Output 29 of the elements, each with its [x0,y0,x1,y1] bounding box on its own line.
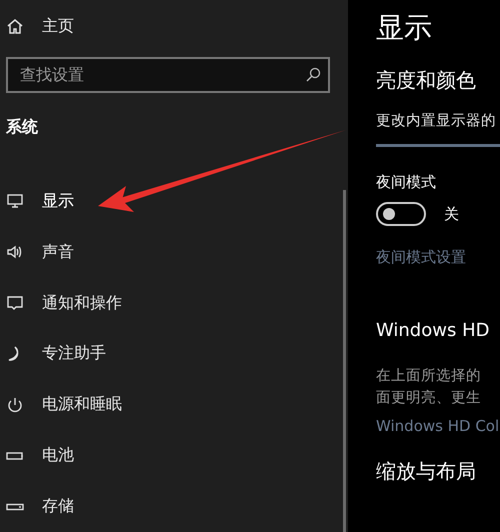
description-text: 在上面所选择的 面更明亮、更生 [376,367,482,408]
section-heading: 亮度和颜色 [376,67,477,94]
page-title: 显示 [376,10,433,46]
power-icon [6,396,24,414]
nav-item[interactable]: 电源和睡眠 [6,379,122,430]
home-link[interactable]: 主页 [6,0,74,53]
monitor-icon [6,192,24,210]
settings-link[interactable]: Windows HD Col [376,417,500,435]
brightness-slider-track[interactable] [376,144,500,147]
nav-item[interactable]: 专注助手 [6,328,106,380]
nav-item[interactable]: 通知和操作 [6,278,122,328]
nav-item[interactable]: 存储 [6,481,74,532]
setting-label: 夜间模式 [376,173,437,192]
nav-item[interactable]: 显示 [6,176,74,227]
home-icon [6,17,24,36]
scrollbar[interactable] [343,190,346,532]
section-heading: Windows HD [376,319,490,343]
search-icon [305,66,321,83]
description-text: 更改内置显示器的 [376,112,497,131]
settings-link[interactable]: 夜间模式设置 [376,248,500,267]
nav-item[interactable]: 声音 [6,226,74,278]
nav-item[interactable]: 电池 [6,430,74,482]
toggle-state: 关 [444,204,459,224]
search-field[interactable]: 查找设置 [6,56,330,93]
storage-icon [6,502,24,511]
message-icon [6,294,24,312]
toggle-switch[interactable] [376,202,426,226]
section-heading: 缩放与布局 [376,458,477,485]
section-title: 系统 [6,116,39,138]
